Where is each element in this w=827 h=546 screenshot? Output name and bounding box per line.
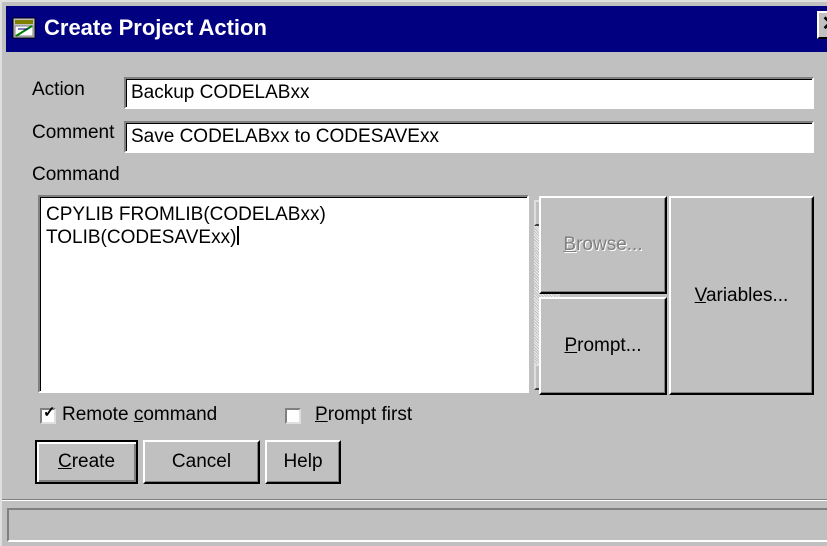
- action-input-value: Backup CODELABxx: [131, 82, 310, 103]
- remote-command-label: Remote command: [62, 404, 218, 425]
- comment-label: Comment: [32, 122, 115, 143]
- command-label: Command: [32, 164, 120, 185]
- variables-button[interactable]: Variables...: [669, 196, 814, 395]
- check-icon: ✓: [43, 404, 56, 421]
- command-line-1: CPYLIB FROMLIB(CODELABxx): [46, 204, 326, 225]
- prompt-button[interactable]: Prompt...: [539, 297, 667, 395]
- title-bar[interactable]: Create Project Action: [6, 6, 827, 52]
- project-window-icon: [12, 17, 36, 39]
- help-button-label: Help: [283, 451, 323, 472]
- create-project-action-dialog: Create Project Action ✕ Action Backup CO…: [0, 0, 827, 546]
- command-line-2: TOLIB(CODESAVExx): [46, 227, 237, 248]
- action-input[interactable]: Backup CODELABxx: [124, 77, 814, 109]
- variables-button-label: Variables...: [694, 284, 789, 306]
- browse-button[interactable]: Browse...: [539, 196, 667, 294]
- prompt-first-option[interactable]: Prompt first: [285, 404, 435, 428]
- create-button-label: Create: [57, 451, 116, 472]
- comment-input[interactable]: Save CODELABxx to CODESAVExx: [124, 121, 814, 153]
- status-bar: [7, 508, 827, 542]
- cancel-button-label: Cancel: [171, 451, 232, 472]
- create-button[interactable]: Create: [35, 440, 138, 484]
- text-caret: [237, 226, 240, 245]
- cancel-button[interactable]: Cancel: [143, 440, 260, 484]
- browse-button-label: Browse...: [563, 234, 643, 255]
- remote-command-option[interactable]: ✓ Remote command: [40, 404, 270, 428]
- command-text: CPYLIB FROMLIB(CODELABxx) TOLIB(CODESAVE…: [46, 203, 326, 249]
- window-title: Create Project Action: [44, 15, 267, 40]
- close-button[interactable]: ✕: [817, 11, 827, 39]
- action-label: Action: [32, 79, 85, 100]
- prompt-button-label: Prompt...: [564, 335, 642, 356]
- remote-command-checkbox[interactable]: ✓: [40, 404, 56, 424]
- command-textarea[interactable]: CPYLIB FROMLIB(CODELABxx) TOLIB(CODESAVE…: [38, 195, 560, 393]
- close-icon: ✕: [822, 13, 827, 35]
- prompt-first-label: Prompt first: [315, 404, 413, 425]
- prompt-first-checkbox[interactable]: [285, 408, 301, 424]
- comment-input-value: Save CODELABxx to CODESAVExx: [131, 126, 439, 147]
- help-button[interactable]: Help: [265, 440, 341, 484]
- divider: [2, 499, 827, 501]
